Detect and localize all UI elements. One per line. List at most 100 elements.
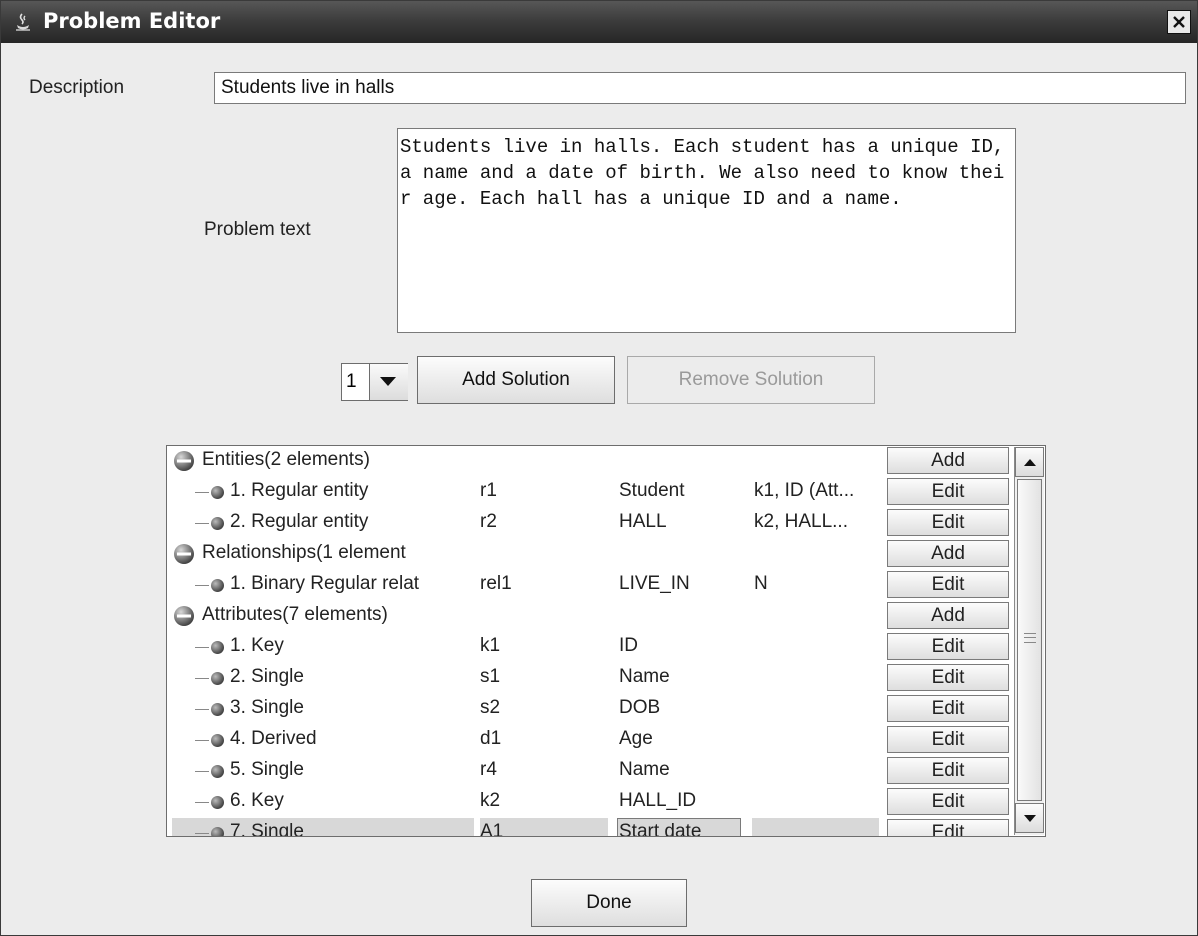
tree-connector — [195, 833, 209, 834]
element-label: 1. Key — [230, 635, 284, 656]
edit-element-button[interactable]: Edit — [887, 757, 1009, 784]
problem-text-label: Problem text — [204, 219, 311, 240]
element-id: rel1 — [480, 573, 512, 594]
element-node-icon — [211, 703, 224, 716]
tree-group-row[interactable]: Relationships(1 element Add — [167, 539, 1045, 569]
edit-element-button[interactable]: Edit — [887, 509, 1009, 536]
element-id: r2 — [480, 511, 497, 532]
edit-element-button[interactable]: Edit — [887, 571, 1009, 598]
element-tree: Entities(2 elements) Add 1. Regular entity… — [166, 445, 1046, 837]
close-icon — [1173, 16, 1185, 28]
edit-element-button[interactable]: Edit — [887, 819, 1009, 836]
group-label: Entities(2 elements) — [202, 449, 370, 470]
tree-element-row[interactable]: 7. Single A1 Start date Edit — [167, 818, 1045, 837]
scroll-up-button[interactable] — [1015, 447, 1044, 477]
chevron-down-icon — [380, 377, 396, 386]
window-title: Problem Editor — [43, 9, 221, 33]
element-node-icon — [211, 765, 224, 778]
element-id: s2 — [480, 697, 501, 718]
tree-connector — [195, 771, 209, 772]
element-label: 4. Derived — [230, 728, 317, 749]
edit-element-button[interactable]: Edit — [887, 695, 1009, 722]
description-field[interactable]: Students live in halls — [214, 72, 1186, 104]
element-label: 5. Single — [230, 759, 304, 780]
arrow-up-icon — [1024, 459, 1036, 466]
solution-select-arrow[interactable] — [369, 364, 408, 400]
edit-element-button[interactable]: Edit — [887, 664, 1009, 691]
edit-element-button[interactable]: Edit — [887, 478, 1009, 505]
add-element-button[interactable]: Add — [887, 540, 1009, 567]
tree-connector — [195, 647, 209, 648]
tree-element-row[interactable]: 3. Single s2 DOB Edit — [167, 694, 1045, 724]
element-id: r4 — [480, 759, 497, 780]
element-name: HALL_ID — [619, 790, 697, 811]
element-node-icon — [211, 734, 224, 747]
group-label: Attributes(7 elements) — [202, 604, 388, 625]
element-id: k2 — [480, 790, 501, 811]
edit-element-button[interactable]: Edit — [887, 633, 1009, 660]
tree-element-row[interactable]: 2. Regular entity r2 HALL k2, HALL... Edit — [167, 508, 1045, 538]
arrow-down-icon — [1024, 815, 1036, 822]
element-details: N — [754, 573, 768, 594]
tree-connector — [195, 740, 209, 741]
scroll-down-button[interactable] — [1015, 803, 1044, 833]
scroll-thumb[interactable] — [1017, 479, 1042, 801]
element-label: 2. Regular entity — [230, 511, 369, 532]
java-cup-icon — [16, 13, 30, 31]
tree-connector — [195, 709, 209, 710]
element-node-icon — [211, 486, 224, 499]
edit-element-button[interactable]: Edit — [887, 726, 1009, 753]
element-node-icon — [211, 827, 224, 836]
element-name: Start date — [619, 821, 702, 837]
grip-icon — [1024, 633, 1036, 643]
tree-element-row[interactable]: 5. Single r4 Name Edit — [167, 756, 1045, 786]
element-details: k2, HALL... — [754, 511, 848, 532]
element-label: 2. Single — [230, 666, 304, 687]
element-name: Student — [619, 480, 685, 501]
tree-group-row[interactable]: Entities(2 elements) Add — [167, 446, 1045, 476]
element-details: k1, ID (Att... — [754, 480, 855, 501]
element-name: Name — [619, 759, 670, 780]
element-id: d1 — [480, 728, 502, 749]
remove-solution-button[interactable]: Remove Solution — [627, 356, 875, 404]
tree-element-row[interactable]: 1. Binary Regular relat rel1 LIVE_IN N Edit — [167, 570, 1045, 600]
collapse-icon[interactable] — [173, 543, 195, 565]
title-bar[interactable]: Problem Editor — [1, 1, 1197, 43]
collapse-icon[interactable] — [173, 605, 195, 627]
element-name: HALL — [619, 511, 667, 532]
element-node-icon — [211, 579, 224, 592]
element-name: LIVE_IN — [619, 573, 690, 594]
add-element-button[interactable]: Add — [887, 602, 1009, 629]
element-id: s1 — [480, 666, 501, 687]
tree-connector — [195, 802, 209, 803]
close-button[interactable] — [1167, 10, 1191, 34]
problem-text-area[interactable]: Students live in halls. Each student has… — [397, 128, 1016, 333]
problem-editor-window: Problem Editor Description Students live… — [0, 0, 1198, 936]
tree-group-row[interactable]: Attributes(7 elements) Add — [167, 601, 1045, 631]
element-id: k1 — [480, 635, 501, 656]
element-node-icon — [211, 641, 224, 654]
element-name: Age — [619, 728, 653, 749]
tree-element-row[interactable]: 2. Single s1 Name Edit — [167, 663, 1045, 693]
tree-connector — [195, 523, 209, 524]
element-node-icon — [211, 796, 224, 809]
tree-element-row[interactable]: 6. Key k2 HALL_ID Edit — [167, 787, 1045, 817]
tree-element-row[interactable]: 1. Regular entity r1 Student k1, ID (Att...… — [167, 477, 1045, 507]
done-button[interactable]: Done — [531, 879, 687, 927]
group-label: Relationships(1 element — [202, 542, 406, 563]
solution-select-value: 1 — [346, 371, 357, 392]
description-label: Description — [29, 77, 125, 98]
tree-element-row[interactable]: 4. Derived d1 Age Edit — [167, 725, 1045, 755]
add-element-button[interactable]: Add — [887, 447, 1009, 474]
collapse-icon[interactable] — [173, 450, 195, 472]
solution-select[interactable]: 1 — [341, 363, 408, 401]
edit-element-button[interactable]: Edit — [887, 788, 1009, 815]
element-label: 1. Regular entity — [230, 480, 369, 501]
tree-connector — [195, 678, 209, 679]
element-name: DOB — [619, 697, 661, 718]
add-solution-button[interactable]: Add Solution — [417, 356, 615, 404]
tree-scrollbar[interactable] — [1014, 447, 1044, 835]
element-name: Name — [619, 666, 670, 687]
tree-connector — [195, 492, 209, 493]
tree-element-row[interactable]: 1. Key k1 ID Edit — [167, 632, 1045, 662]
